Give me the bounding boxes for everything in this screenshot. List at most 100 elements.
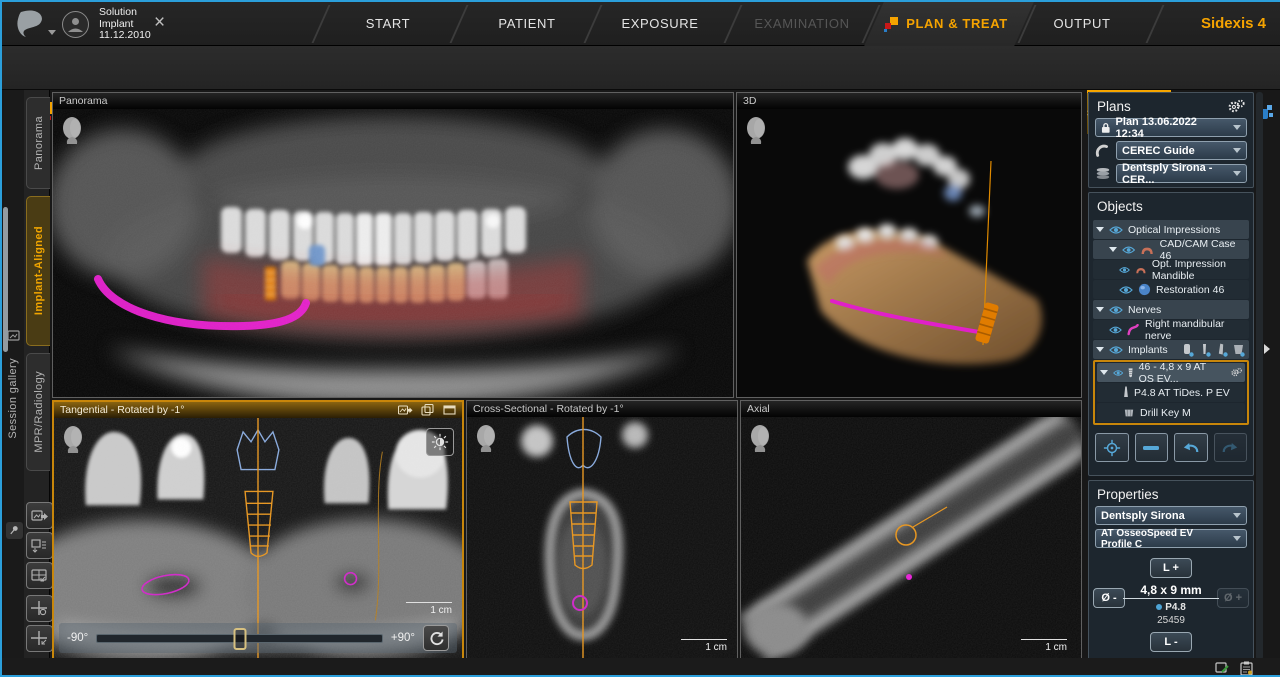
add-implant-icon[interactable]	[1180, 343, 1195, 357]
caret-down-icon[interactable]	[1100, 370, 1108, 375]
rotation-slider-handle[interactable]	[233, 628, 246, 650]
patient-info[interactable]: Solution Implant 11.12.2010	[99, 7, 151, 42]
visibility-eye-icon[interactable]	[1122, 245, 1135, 255]
panel-scrollbar[interactable]	[1256, 92, 1263, 660]
length-plus-button[interactable]: L +	[1150, 558, 1192, 578]
redo-object-button[interactable]	[1214, 433, 1248, 462]
guide-type-select[interactable]: CEREC Guide	[1116, 141, 1247, 160]
focus-object-button[interactable]	[1095, 433, 1129, 462]
tree-item-label: Nerves	[1128, 304, 1161, 316]
visibility-eye-icon[interactable]	[1109, 225, 1123, 235]
export-view-icon[interactable]	[398, 405, 413, 416]
tree-item-label: Right mandibular nerve	[1145, 318, 1246, 342]
plan-select[interactable]: Plan 13.06.2022 12:34	[1095, 118, 1247, 137]
secondary-toolbar: 16.09.2015 15:45 Scan date Diagnose Prep…	[2, 46, 1280, 90]
panorama-view[interactable]: Panorama	[52, 92, 734, 398]
hide-object-button[interactable]	[1135, 433, 1169, 462]
tree-item-right-mandibular-nerve[interactable]: Right mandibular nerve	[1093, 320, 1249, 339]
rotation-slider-bar: -90° +90°	[59, 623, 457, 653]
rotation-slider-track[interactable]	[96, 634, 383, 643]
logo-menu-chevron-icon[interactable]	[48, 30, 56, 35]
close-patient-icon[interactable]: ×	[154, 12, 165, 34]
tab-start[interactable]: START	[328, 2, 448, 46]
lock-icon	[1101, 122, 1111, 134]
plans-section: Plans Plan 13.06.2022 12:34 CEREC Guide	[1088, 92, 1254, 188]
tab-patient[interactable]: PATIENT	[467, 2, 587, 46]
tab-plan-treat[interactable]: PLAN & TREAT	[870, 2, 1022, 46]
caret-down-icon[interactable]	[1096, 347, 1104, 352]
visibility-eye-icon[interactable]	[1119, 265, 1130, 275]
panel-scrollbar-thumb[interactable]	[3, 207, 8, 352]
sidexis-logo-icon[interactable]	[14, 9, 48, 44]
copy-view-icon[interactable]	[421, 404, 435, 416]
session-gallery-label[interactable]: Session gallery	[7, 358, 19, 439]
tree-item-nerves[interactable]: Nerves	[1093, 300, 1249, 319]
export-gallery-button[interactable]	[26, 532, 53, 559]
brightness-contrast-button[interactable]	[426, 428, 454, 456]
tab-examination[interactable]: EXAMINATION	[742, 2, 862, 46]
tree-item-opt-impression-mandible[interactable]: Opt. Impression Mandible	[1093, 260, 1249, 279]
tree-item-cadcam-case[interactable]: CAD/CAM Case 46	[1093, 240, 1249, 259]
tangential-view[interactable]: Tangential - Rotated by -1°	[52, 400, 464, 660]
session-gallery-strip: Session gallery	[4, 90, 24, 662]
top-bar: Solution Implant 11.12.2010 × START PATI…	[2, 2, 1280, 46]
workspace-tab-panorama[interactable]: Panorama	[26, 97, 50, 189]
three-d-view[interactable]: 3D	[736, 92, 1082, 398]
tree-item-implant-46[interactable]: 46 - 4,8 x 9 AT OS EV...	[1097, 363, 1245, 382]
undo-object-button[interactable]	[1174, 433, 1208, 462]
plans-settings-gear-icon[interactable]	[1228, 99, 1245, 114]
tab-output[interactable]: OUTPUT	[1024, 2, 1140, 46]
workspace-tab-implant-aligned[interactable]: Implant-Aligned	[26, 196, 50, 346]
visibility-eye-icon[interactable]	[1109, 325, 1122, 335]
properties-title: Properties	[1097, 487, 1159, 502]
export-image-button[interactable]	[26, 502, 53, 529]
visibility-eye-icon[interactable]	[1119, 285, 1133, 295]
reset-crosshairs-button[interactable]	[26, 625, 53, 652]
visibility-eye-icon[interactable]	[1113, 368, 1123, 378]
visibility-eye-icon[interactable]	[1109, 305, 1123, 315]
sleeve-icon	[1095, 143, 1111, 159]
status-bar	[2, 658, 1280, 675]
implant-size-value: 4,8 x 9 mm	[1089, 583, 1253, 597]
workspace-tab-mpr-radiology[interactable]: MPR/Radiology	[26, 353, 50, 471]
axial-view[interactable]: Axial	[740, 400, 1082, 660]
add-sleeve-icon[interactable]	[1231, 343, 1246, 357]
export-workspace-button[interactable]	[26, 562, 53, 589]
article-number: 25459	[1089, 615, 1253, 626]
tree-item-optical-impressions[interactable]: Optical Impressions	[1093, 220, 1249, 239]
tree-item-drill-key[interactable]: Drill Key M	[1097, 403, 1245, 422]
implant-line-select[interactable]: AT OsseoSpeed EV Profile C	[1095, 529, 1247, 548]
visibility-eye-icon[interactable]	[1109, 345, 1123, 355]
panel-collapse-arrow-icon[interactable]	[1264, 344, 1270, 354]
axial-view-header: Axial	[741, 401, 1081, 417]
sleeve-system-select[interactable]: Dentsply Sirona - CER...	[1116, 164, 1247, 183]
edit-annotation-icon	[1215, 661, 1230, 675]
maximize-view-icon[interactable]	[443, 405, 456, 415]
avatar[interactable]	[62, 11, 89, 38]
cross-sectional-slice-image	[467, 417, 737, 659]
tab-exposure[interactable]: EXPOSURE	[600, 2, 720, 46]
redo-arrow-icon	[1221, 440, 1239, 455]
length-minus-button[interactable]: L -	[1150, 632, 1192, 652]
caret-down-icon[interactable]	[1109, 247, 1117, 252]
tree-item-implants[interactable]: Implants	[1093, 340, 1249, 359]
tree-item-abutment[interactable]: P4.8 AT TiDes. P EV	[1097, 383, 1245, 402]
guide-type-value: CEREC Guide	[1122, 145, 1195, 157]
edit-annotation-button[interactable]	[1215, 661, 1230, 677]
add-abutment-icon[interactable]	[1197, 343, 1212, 357]
caret-down-icon[interactable]	[1096, 307, 1104, 312]
gallery-icon	[7, 330, 22, 348]
cross-sectional-view[interactable]: Cross-Sectional - Rotated by -1°	[466, 400, 738, 660]
manufacturer-select[interactable]: Dentsply Sirona	[1095, 506, 1247, 525]
tree-item-restoration[interactable]: Restoration 46	[1093, 280, 1249, 299]
axial-slice-image	[741, 417, 1081, 659]
add-drill-icon[interactable]	[1214, 343, 1229, 357]
show-crosshairs-button[interactable]	[26, 595, 53, 622]
pin-button[interactable]	[6, 522, 23, 539]
caret-down-icon[interactable]	[1096, 227, 1104, 232]
objects-tree: Optical Impressions CAD/CAM Case 46 Opt.…	[1089, 220, 1253, 425]
reset-rotation-button[interactable]	[423, 625, 449, 651]
implant-settings-gear-icon[interactable]	[1231, 366, 1242, 379]
report-status-button[interactable]	[1240, 661, 1253, 677]
scale-label: 1 cm	[681, 642, 727, 653]
